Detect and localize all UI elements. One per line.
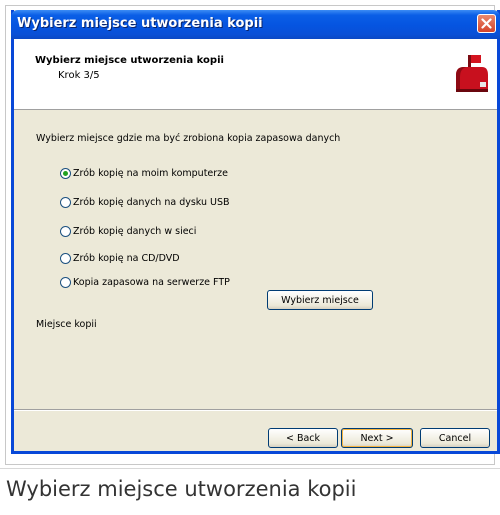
radio-button[interactable] (60, 276, 71, 288)
radio-button[interactable] (60, 167, 71, 179)
option-usb-drive[interactable]: Zrób kopię danych na dysku USB (60, 195, 230, 209)
prompt-text: Wybierz miejsce gdzie ma być zrobiona ko… (36, 133, 341, 144)
choose-location-button[interactable]: Wybierz miejsce (267, 290, 373, 310)
destination-label: Miejsce kopii (36, 319, 97, 330)
option-label: Zrób kopię na moim komputerze (73, 167, 229, 179)
header-title: Wybierz miejsce utworzenia kopii (35, 55, 224, 66)
radio-button[interactable] (60, 252, 71, 264)
option-ftp-server[interactable]: Kopia zapasowa na serwerze FTP (60, 275, 230, 289)
option-label: Zrób kopię danych w sieci (73, 225, 197, 237)
image-caption: Wybierz miejsce utworzenia kopii (6, 477, 357, 501)
window-title: Wybierz miejsce utworzenia kopii (17, 16, 263, 31)
footer-divider (14, 409, 497, 411)
next-button[interactable]: Next > (341, 428, 413, 448)
option-local-computer[interactable]: Zrób kopię na moim komputerze (60, 166, 228, 180)
back-button[interactable]: < Back (268, 428, 338, 448)
wizard-window: Wybierz miejsce utworzenia kopii Wybierz… (11, 10, 500, 454)
close-icon (481, 18, 492, 29)
option-network[interactable]: Zrób kopię danych w sieci (60, 224, 196, 238)
wizard-content: Wybierz miejsce gdzie ma być zrobiona ko… (14, 110, 497, 448)
option-label: Zrób kopię na CD/DVD (73, 252, 180, 264)
wizard-header: Wybierz miejsce utworzenia kopii Krok 3/… (14, 39, 497, 110)
title-bar[interactable]: Wybierz miejsce utworzenia kopii (11, 10, 500, 39)
radio-button[interactable] (60, 196, 71, 208)
option-label: Zrób kopię danych na dysku USB (73, 196, 230, 208)
close-button[interactable] (477, 14, 496, 33)
option-label: Kopia zapasowa na serwerze FTP (73, 276, 230, 288)
cancel-button[interactable]: Cancel (420, 428, 490, 448)
caption-divider (0, 468, 500, 469)
option-cd-dvd[interactable]: Zrób kopię na CD/DVD (60, 251, 180, 265)
step-indicator: Krok 3/5 (58, 70, 100, 81)
radio-button[interactable] (60, 225, 71, 237)
mailbox-icon (456, 55, 488, 92)
